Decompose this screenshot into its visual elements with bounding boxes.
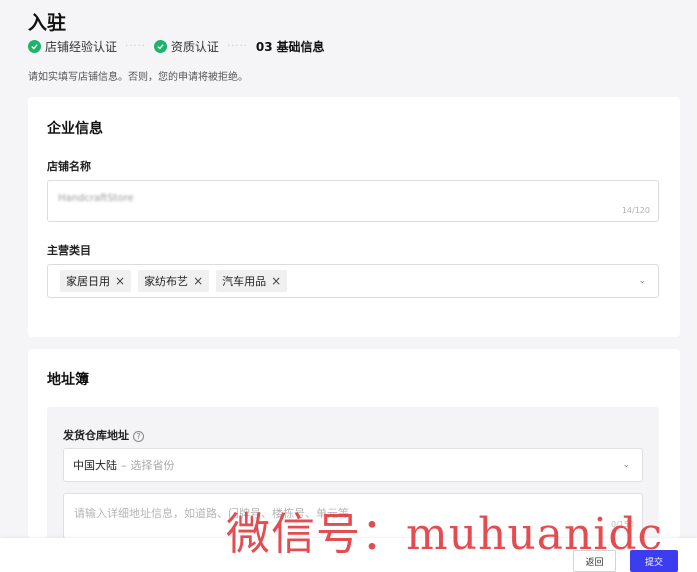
company-info-card: 企业信息 店铺名称 HandcraftStore 14/120 主营类目 家居日… — [28, 97, 680, 337]
watermark-text: 微信号：muhuanidc — [226, 509, 664, 560]
warehouse-label-text: 发货仓库地址 — [63, 429, 129, 442]
province-select[interactable]: 中国大陆 – 选择省份 ⌄ — [63, 448, 643, 482]
close-icon[interactable]: × — [193, 275, 203, 287]
progress-stepper: 店铺经验认证 ····· 资质认证 ····· 03 基础信息 — [28, 38, 325, 55]
check-circle-icon — [153, 40, 167, 53]
chevron-down-icon: ⌄ — [622, 460, 630, 470]
section-title: 企业信息 — [47, 121, 103, 137]
help-icon[interactable]: ? — [133, 430, 144, 442]
section-title: 地址簿 — [47, 372, 89, 388]
warehouse-address-label: 发货仓库地址? — [63, 427, 144, 443]
check-circle-icon — [28, 40, 41, 53]
store-name-input[interactable]: HandcraftStore 14/120 — [47, 180, 659, 222]
close-icon[interactable]: × — [271, 275, 281, 287]
step-label: 资质认证 — [170, 40, 219, 54]
notice-text: 请如实填写店铺信息。否则，您的申请将被拒绝。 — [28, 72, 248, 83]
province-placeholder: 选择省份 — [130, 459, 175, 472]
category-tag: 家居日用 × — [60, 270, 132, 292]
tag-label: 家纺布艺 — [144, 275, 189, 288]
step-separator: ····· — [226, 41, 248, 52]
step-qualification: 资质认证 — [153, 38, 219, 55]
step-label: 店铺经验认证 — [45, 40, 118, 54]
store-name-label: 店铺名称 — [47, 160, 91, 173]
category-tag: 汽车用品 × — [216, 270, 288, 292]
step-label: 基础信息 — [276, 40, 325, 54]
close-icon[interactable]: × — [115, 275, 125, 287]
category-label: 主营类目 — [47, 244, 91, 257]
step-separator: ····· — [125, 41, 146, 52]
tag-label: 汽车用品 — [222, 275, 267, 288]
step-basic-info: 03 基础信息 — [256, 38, 325, 55]
separator-dash: – — [121, 458, 127, 472]
country-value: 中国大陆 — [73, 459, 117, 472]
step-store-experience: 店铺经验认证 — [28, 38, 117, 55]
chevron-down-icon[interactable]: ⌄ — [638, 276, 646, 286]
category-select[interactable]: 家居日用 × 家纺布艺 × 汽车用品 × ⌄ — [47, 264, 659, 298]
category-tag: 家纺布艺 × — [138, 270, 210, 292]
store-name-value: HandcraftStore — [58, 193, 134, 204]
char-counter: 14/120 — [621, 206, 650, 215]
page-title: 入驻 — [28, 12, 67, 34]
step-number: 03 — [255, 39, 273, 54]
tag-label: 家居日用 — [66, 275, 110, 288]
